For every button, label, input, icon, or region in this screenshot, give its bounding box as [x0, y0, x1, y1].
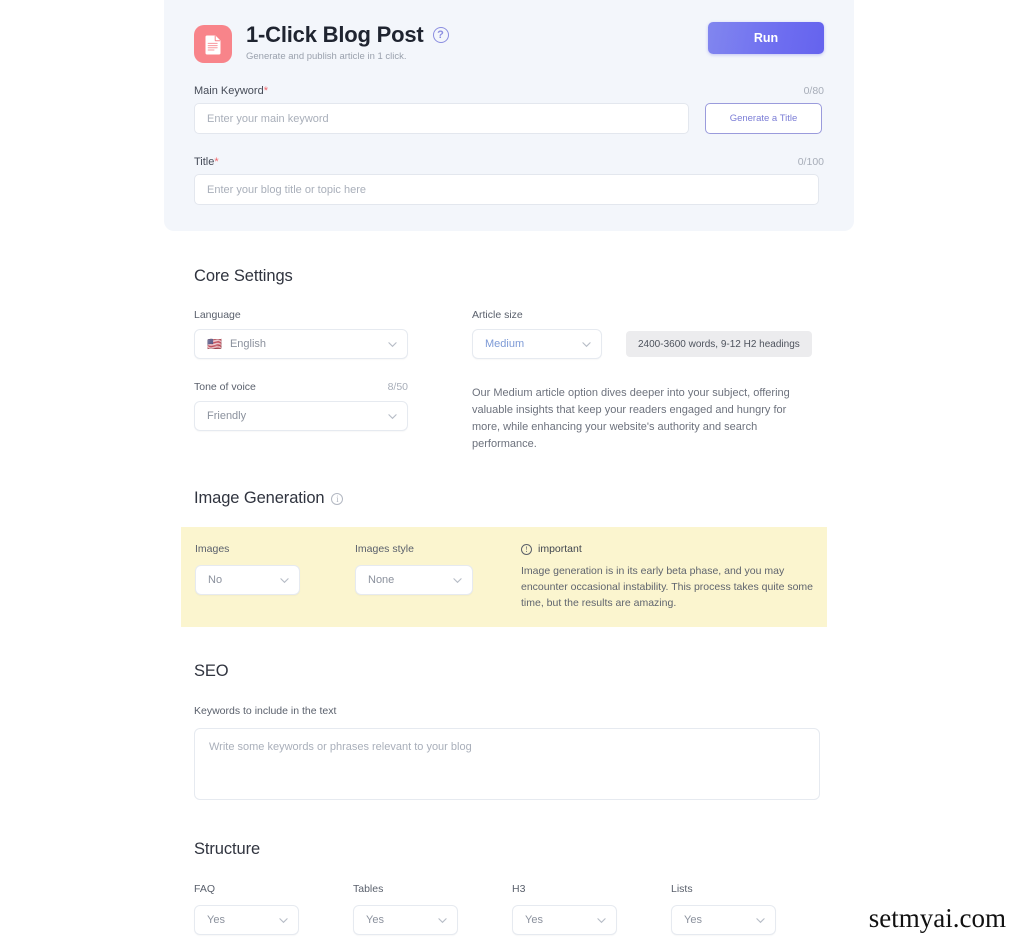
structure-heading: Structure [194, 840, 261, 858]
article-size-label: Article size [472, 309, 523, 321]
main-keyword-counter: 0/80 [803, 85, 824, 97]
hero-header-row: 1-Click Blog Post ? Generate and publish… [194, 22, 824, 63]
images-style-value: None [368, 574, 395, 586]
hero-card: 1-Click Blog Post ? Generate and publish… [164, 0, 854, 231]
chevron-down-icon [280, 576, 289, 585]
tone-of-voice-select[interactable]: Friendly [194, 401, 408, 431]
chevron-down-icon [582, 340, 591, 349]
title-field-label-text: Title [194, 156, 215, 168]
faq-label: FAQ [194, 883, 216, 895]
title-field-header: Title* 0/100 [194, 156, 824, 168]
article-size-field: Article size Medium 2400-3600 words, 9-1… [472, 309, 812, 359]
core-settings-row-1: Language 🇺🇸 English Article size Medium [194, 309, 854, 359]
info-icon[interactable]: i [331, 492, 344, 505]
run-button[interactable]: Run [708, 22, 824, 54]
images-style-label: Images style [355, 543, 414, 555]
title-row: 1-Click Blog Post ? [246, 22, 449, 48]
seo-heading: SEO [194, 662, 229, 680]
seo-keywords-label: Keywords to include in the text [194, 705, 337, 717]
structure-item-tables: Tables Yes [353, 883, 512, 935]
main-keyword-header: Main Keyword* 0/80 [194, 85, 824, 97]
hero-title-block: 1-Click Blog Post ? Generate and publish… [194, 22, 449, 63]
required-asterisk: * [214, 156, 219, 168]
tone-of-voice-counter: 8/50 [387, 381, 408, 393]
title-field-counter: 0/100 [797, 156, 824, 168]
important-header: ! important [521, 543, 821, 555]
main-keyword-label: Main Keyword* [194, 85, 268, 97]
images-label: Images [195, 543, 230, 555]
chevron-down-icon [597, 916, 606, 925]
faq-select[interactable]: Yes [194, 905, 299, 935]
title-field-label: Title* [194, 156, 219, 168]
chevron-down-icon [279, 916, 288, 925]
image-generation-row: Images No Images style None ! important … [195, 543, 827, 611]
tables-value: Yes [366, 914, 384, 926]
structure-item-faq: FAQ Yes [194, 883, 353, 935]
title-text-block: 1-Click Blog Post ? Generate and publish… [246, 22, 449, 62]
image-generation-heading: Image Generation [194, 489, 325, 507]
chevron-down-icon [388, 340, 397, 349]
title-input[interactable] [194, 174, 819, 205]
tone-of-voice-value: Friendly [207, 410, 247, 422]
image-generation-heading-row: Image Generation i [194, 489, 854, 508]
tables-select[interactable]: Yes [353, 905, 458, 935]
settings-content: Core Settings Language 🇺🇸 English Articl… [181, 231, 854, 942]
seo-keywords-textarea[interactable] [194, 728, 820, 800]
chevron-down-icon [388, 412, 397, 421]
images-select[interactable]: No [195, 565, 300, 595]
chevron-down-icon [756, 916, 765, 925]
faq-value: Yes [207, 914, 225, 926]
h3-select[interactable]: Yes [512, 905, 617, 935]
images-field: Images No [195, 543, 355, 611]
core-settings-heading: Core Settings [194, 267, 293, 285]
tables-label: Tables [353, 883, 384, 895]
article-size-value: Medium [485, 338, 525, 350]
document-icon [194, 25, 232, 63]
images-value: No [208, 574, 223, 586]
important-notice: ! important Image generation is in its e… [521, 543, 821, 611]
main-keyword-label-text: Main Keyword [194, 85, 264, 97]
important-title: important [538, 543, 582, 555]
warning-icon: ! [521, 543, 532, 555]
required-asterisk: * [263, 85, 268, 97]
h3-value: Yes [525, 914, 543, 926]
chevron-down-icon [438, 916, 447, 925]
structure-item-lists: Lists Yes [671, 883, 830, 935]
important-body: Image generation is in its early beta ph… [521, 565, 814, 609]
lists-label: Lists [671, 883, 693, 895]
structure-row-1: FAQ Yes Tables Yes H3 Yes Lists Yes [194, 883, 854, 935]
language-field: Language 🇺🇸 English [194, 309, 472, 359]
images-style-field: Images style None [355, 543, 521, 611]
language-select[interactable]: 🇺🇸 English [194, 329, 408, 359]
article-size-row: Medium 2400-3600 words, 9-12 H2 headings [472, 329, 812, 359]
chevron-down-icon [453, 576, 462, 585]
h3-label: H3 [512, 883, 526, 895]
page-title: 1-Click Blog Post [246, 22, 424, 47]
tone-of-voice-label: Tone of voice [194, 381, 256, 393]
core-settings-row-2: Tone of voice 8/50 Friendly Our Medium a… [194, 381, 854, 453]
article-size-select[interactable]: Medium [472, 329, 602, 359]
image-generation-notice-box: Images No Images style None ! important … [181, 527, 827, 627]
images-style-select[interactable]: None [355, 565, 473, 595]
watermark: setmyai.com [868, 903, 1006, 933]
page-subtitle: Generate and publish article in 1 click. [246, 51, 407, 62]
lists-value: Yes [684, 914, 702, 926]
main-keyword-row: Generate a Title [194, 103, 824, 134]
article-size-badge: 2400-3600 words, 9-12 H2 headings [626, 331, 812, 357]
app-page: 1-Click Blog Post ? Generate and publish… [0, 0, 1024, 942]
us-flag-icon: 🇺🇸 [207, 337, 222, 351]
language-value: English [229, 338, 267, 350]
lists-select[interactable]: Yes [671, 905, 776, 935]
main-keyword-input[interactable] [194, 103, 689, 134]
article-size-description: Our Medium article option dives deeper i… [472, 387, 790, 450]
structure-item-h3: H3 Yes [512, 883, 671, 935]
help-icon[interactable]: ? [432, 27, 449, 43]
tone-of-voice-field: Tone of voice 8/50 Friendly [194, 381, 472, 453]
language-label: Language [194, 309, 241, 321]
tone-of-voice-header: Tone of voice 8/50 [194, 381, 408, 393]
generate-title-button[interactable]: Generate a Title [705, 103, 822, 134]
